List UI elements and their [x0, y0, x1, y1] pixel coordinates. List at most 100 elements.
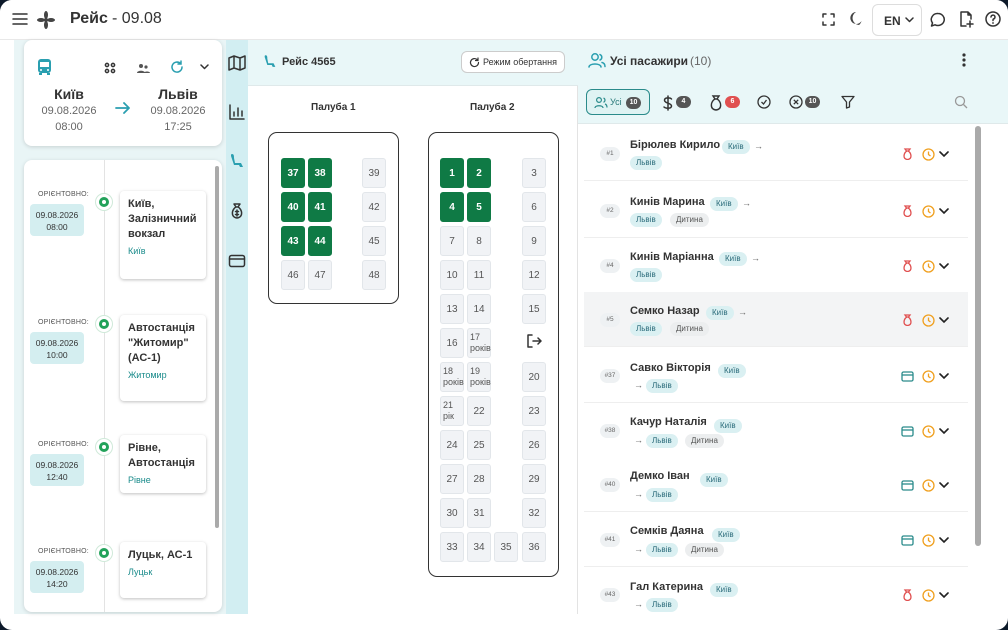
passenger-row[interactable]: #5 Семко Назар Київ → Львів Дитина — [584, 292, 968, 347]
filter-bag-button[interactable] — [709, 95, 723, 111]
chevron-down-icon[interactable] — [939, 428, 949, 435]
seat[interactable]: 11 — [467, 260, 491, 290]
passenger-row[interactable]: #38 Качур Наталія Київ → Львів Дитина — [584, 403, 968, 458]
filter-all-button[interactable]: Усі 10 — [586, 89, 650, 115]
chevron-down-icon[interactable] — [939, 263, 949, 270]
seat[interactable]: 41 — [308, 192, 332, 222]
seat[interactable]: 7 — [440, 226, 464, 256]
passenger-name: Демко Іван — [630, 470, 690, 482]
help-icon[interactable] — [985, 11, 1001, 27]
seat[interactable]: 21 рік — [440, 396, 464, 426]
seat[interactable]: 35 — [494, 532, 518, 562]
seat[interactable]: 25 — [467, 430, 491, 460]
chevron-down-icon[interactable] — [939, 151, 949, 158]
chevron-down-icon[interactable] — [939, 317, 949, 324]
seat[interactable]: 23 — [522, 396, 546, 426]
chevron-down-icon[interactable] — [939, 208, 949, 215]
filter-icon[interactable] — [841, 95, 855, 109]
passenger-list-scrollbar[interactable] — [975, 126, 981, 546]
seat[interactable]: 27 — [440, 464, 464, 494]
seat[interactable]: 19 років — [467, 362, 491, 392]
seat[interactable]: 37 — [281, 158, 305, 188]
seat[interactable]: 32 — [522, 498, 546, 528]
seat[interactable]: 16 — [440, 328, 464, 358]
seat[interactable]: 36 — [522, 532, 546, 562]
chart-icon[interactable] — [228, 103, 246, 121]
seat[interactable]: 43 — [281, 226, 305, 256]
route-points-icon[interactable] — [104, 62, 116, 74]
seat[interactable]: 3 — [522, 158, 546, 188]
passengers-icon[interactable] — [137, 62, 150, 74]
seat[interactable]: 48 — [362, 260, 386, 290]
seat[interactable]: 38 — [308, 158, 332, 188]
seat[interactable]: 46 — [281, 260, 305, 290]
seat[interactable]: 9 — [522, 226, 546, 256]
passenger-row[interactable]: #4 Кинів Маріанна Київ → Львів — [584, 238, 968, 293]
seat[interactable]: 44 — [308, 226, 332, 256]
seat[interactable]: 31 — [467, 498, 491, 528]
seat[interactable]: 12 — [522, 260, 546, 290]
seat[interactable]: 18 років — [440, 362, 464, 392]
seat[interactable]: 47 — [308, 260, 332, 290]
add-document-icon[interactable] — [958, 11, 974, 28]
seat[interactable]: 22 — [467, 396, 491, 426]
stop-item[interactable]: Луцьк, АС-1 Луцьк — [120, 542, 206, 598]
passenger-row[interactable]: #43 Гал Катерина Київ → Львів — [584, 567, 968, 614]
seat[interactable]: 10 — [440, 260, 464, 290]
fullscreen-icon[interactable] — [822, 13, 835, 26]
passenger-row[interactable]: #2 Кинів Марина Київ → Львів Дитина — [584, 183, 968, 238]
seat[interactable]: 33 — [440, 532, 464, 562]
passenger-row[interactable]: #37 Савко Вікторія Київ → Львів — [584, 348, 968, 403]
menu-icon[interactable] — [12, 12, 28, 26]
seat[interactable]: 8 — [467, 226, 491, 256]
refresh-icon[interactable] — [170, 60, 184, 74]
seat[interactable]: 42 — [362, 192, 386, 222]
seat[interactable]: 17 років — [467, 328, 491, 358]
stop-item[interactable]: Автостанція "Житомир" (АС-1) Житомир — [120, 315, 206, 401]
stop-item[interactable]: Київ, Залізничний вокзал Київ — [120, 191, 206, 279]
seat[interactable]: 29 — [522, 464, 546, 494]
more-icon[interactable] — [962, 53, 966, 67]
language-select[interactable]: EN — [872, 4, 922, 36]
chat-icon[interactable] — [930, 12, 946, 28]
filter-checked-button[interactable] — [757, 95, 771, 109]
seat[interactable]: 20 — [522, 362, 546, 392]
arrow-right-icon: → — [634, 544, 643, 554]
seat[interactable]: 34 — [467, 532, 491, 562]
seat[interactable]: 30 — [440, 498, 464, 528]
stops-scrollbar[interactable] — [215, 166, 219, 528]
seat[interactable]: 14 — [467, 294, 491, 324]
chevron-down-icon[interactable] — [200, 64, 209, 70]
chevron-down-icon[interactable] — [939, 373, 949, 380]
seat[interactable]: 1 — [440, 158, 464, 188]
seat[interactable]: 26 — [522, 430, 546, 460]
rotate-mode-button[interactable]: Режим обертання — [461, 51, 565, 73]
card-icon[interactable] — [228, 252, 246, 270]
dark-mode-icon[interactable] — [848, 11, 864, 27]
filter-cancelled-button[interactable] — [789, 95, 803, 109]
passenger-row[interactable]: #40 Демко Іван Київ → Львів — [584, 457, 968, 512]
seat[interactable]: 4 — [440, 192, 464, 222]
seat[interactable]: 6 — [522, 192, 546, 222]
chevron-down-icon[interactable] — [939, 592, 949, 599]
stop-item[interactable]: Рівне, Автостанція Рівне — [120, 435, 206, 493]
chevron-down-icon[interactable] — [939, 537, 949, 544]
seat[interactable]: 39 — [362, 158, 386, 188]
passenger-row[interactable]: #41 Семків Даяна Київ → Львів Дитина — [584, 512, 968, 567]
chevron-down-icon[interactable] — [939, 482, 949, 489]
seat[interactable]: 24 — [440, 430, 464, 460]
passenger-row[interactable]: #1 Бірюлев Кирило Київ → Львів — [584, 126, 968, 181]
seat[interactable]: 28 — [467, 464, 491, 494]
from-city-chip: Київ — [719, 252, 747, 266]
seat[interactable]: 45 — [362, 226, 386, 256]
seat[interactable]: 40 — [281, 192, 305, 222]
seat-icon[interactable] — [228, 152, 246, 170]
map-icon[interactable] — [228, 54, 246, 72]
filter-money-button[interactable] — [662, 95, 674, 111]
search-icon[interactable] — [954, 95, 968, 109]
seat[interactable]: 15 — [522, 294, 546, 324]
seat[interactable]: 13 — [440, 294, 464, 324]
money-bag-icon[interactable] — [228, 202, 246, 220]
seat[interactable]: 5 — [467, 192, 491, 222]
seat[interactable]: 2 — [467, 158, 491, 188]
